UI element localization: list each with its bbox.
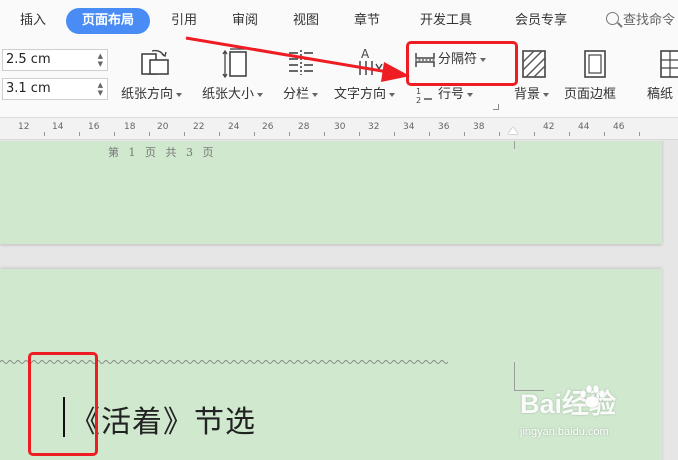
- baidu-jingyan-watermark: Bai经验 jingyan.baidu.com: [520, 378, 670, 454]
- paw-logo-icon: [579, 384, 606, 409]
- watermark-url: jingyan.baidu.com: [520, 426, 609, 438]
